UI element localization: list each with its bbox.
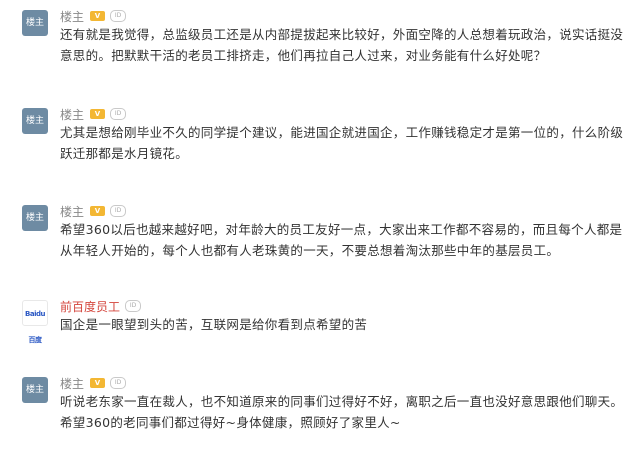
comment-meta: 前百度员工 ID — [60, 298, 142, 315]
author-name[interactable]: 楼主 — [60, 203, 84, 220]
comment-meta: 楼主 V ID — [60, 375, 127, 392]
vip-badge-icon: V — [90, 378, 106, 388]
comment-text: 希望360以后也越来越好吧，对年龄大的员工友好一点，大家出来工作都不容易的，而且… — [60, 222, 623, 258]
id-badge-icon: ID — [110, 10, 127, 22]
comment-meta: 楼主 V ID — [60, 203, 127, 220]
comment-meta: 楼主 V ID — [60, 106, 127, 123]
comment-text: 听说老东家一直在裁人，也不知道原来的同事们过得好不好，离职之后一直也没好意思跟他… — [60, 394, 624, 430]
id-badge-icon: ID — [110, 108, 127, 120]
avatar[interactable]: 楼主 — [22, 205, 48, 231]
comment-text: 尤其是想给刚毕业不久的同学提个建议，能进国企就进国企，工作赚钱稳定才是第一位的，… — [60, 125, 624, 161]
id-badge-icon: ID — [110, 377, 127, 389]
avatar[interactable]: 楼主 — [22, 10, 48, 36]
vip-badge-icon: V — [90, 206, 106, 216]
comment-text: 还有就是我觉得，总监级员工还是从内部提拔起来比较好，外面空降的人总想着玩政治，说… — [60, 27, 624, 63]
id-badge-icon: ID — [125, 300, 142, 312]
baidu-logo-avatar[interactable]: Baidu百度 — [22, 300, 48, 344]
vip-badge-icon: V — [90, 11, 106, 21]
author-name[interactable]: 楼主 — [60, 8, 84, 25]
avatar[interactable]: 楼主 — [22, 377, 48, 403]
comment-meta: 楼主 V ID — [60, 8, 127, 25]
avatar[interactable]: 楼主 — [22, 108, 48, 134]
comment-text: 国企是一眼望到头的苦，互联网是给你看到点希望的苦 — [60, 317, 368, 332]
id-badge-icon: ID — [110, 205, 127, 217]
author-name[interactable]: 楼主 — [60, 106, 84, 123]
author-name[interactable]: 楼主 — [60, 375, 84, 392]
author-name[interactable]: 前百度员工 — [60, 298, 120, 315]
vip-badge-icon: V — [90, 109, 106, 119]
